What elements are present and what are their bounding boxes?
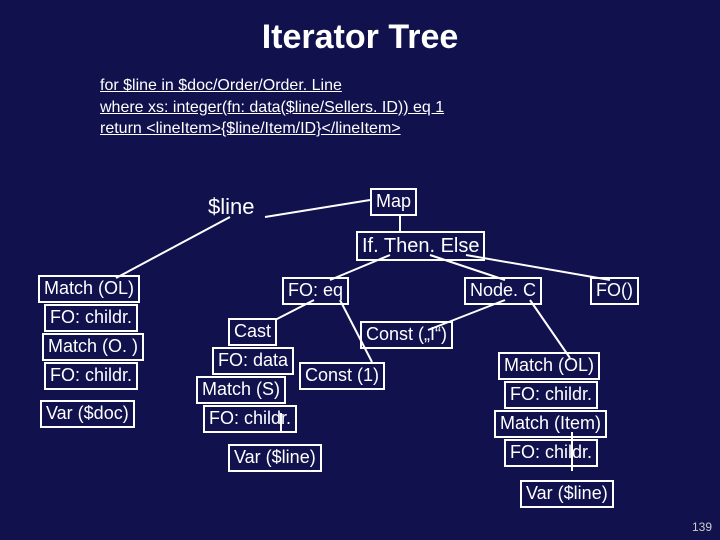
node-fo: FO() (590, 277, 639, 305)
page-number: 139 (692, 520, 712, 534)
node-fo-childr-1: FO: childr. (44, 304, 138, 332)
node-const-i: Const („I“) (360, 321, 453, 349)
node-line: $line (208, 194, 254, 220)
node-match-ol-2: Match (OL) (498, 352, 600, 380)
node-var-doc: Var ($doc) (40, 400, 135, 428)
node-fo-data: FO: data (212, 347, 294, 375)
node-var-line-2: Var ($line) (520, 480, 614, 508)
node-match-o: Match (O. ) (42, 333, 144, 361)
query-code: for $line in $doc/Order/Order. Line wher… (100, 75, 720, 140)
node-fo-childr-2: FO: childr. (44, 362, 138, 390)
node-match-item: Match (Item) (494, 410, 607, 438)
node-fo-childr-5: FO: childr. (504, 439, 598, 467)
page-title: Iterator Tree (0, 0, 720, 57)
node-var-line-1: Var ($line) (228, 444, 322, 472)
node-fo-childr-4: FO: childr. (504, 381, 598, 409)
code-line-1: for $line in $doc/Order/Order. Line (100, 75, 720, 97)
code-line-3: return <lineItem>{$line/Item/ID}</lineIt… (100, 118, 720, 140)
node-fo-eq: FO: eq (282, 277, 349, 305)
code-line-2: where xs: integer(fn: data($line/Sellers… (100, 97, 720, 119)
node-match-s: Match (S) (196, 376, 286, 404)
node-match-ol-1: Match (OL) (38, 275, 140, 303)
node-const-1: Const (1) (299, 362, 385, 390)
node-map: Map (370, 188, 417, 216)
node-cast: Cast (228, 318, 277, 346)
node-fo-childr-3: FO: childr. (203, 405, 297, 433)
node-nodec: Node. C (464, 277, 542, 305)
node-ifthenelse: If. Then. Else (356, 231, 485, 261)
